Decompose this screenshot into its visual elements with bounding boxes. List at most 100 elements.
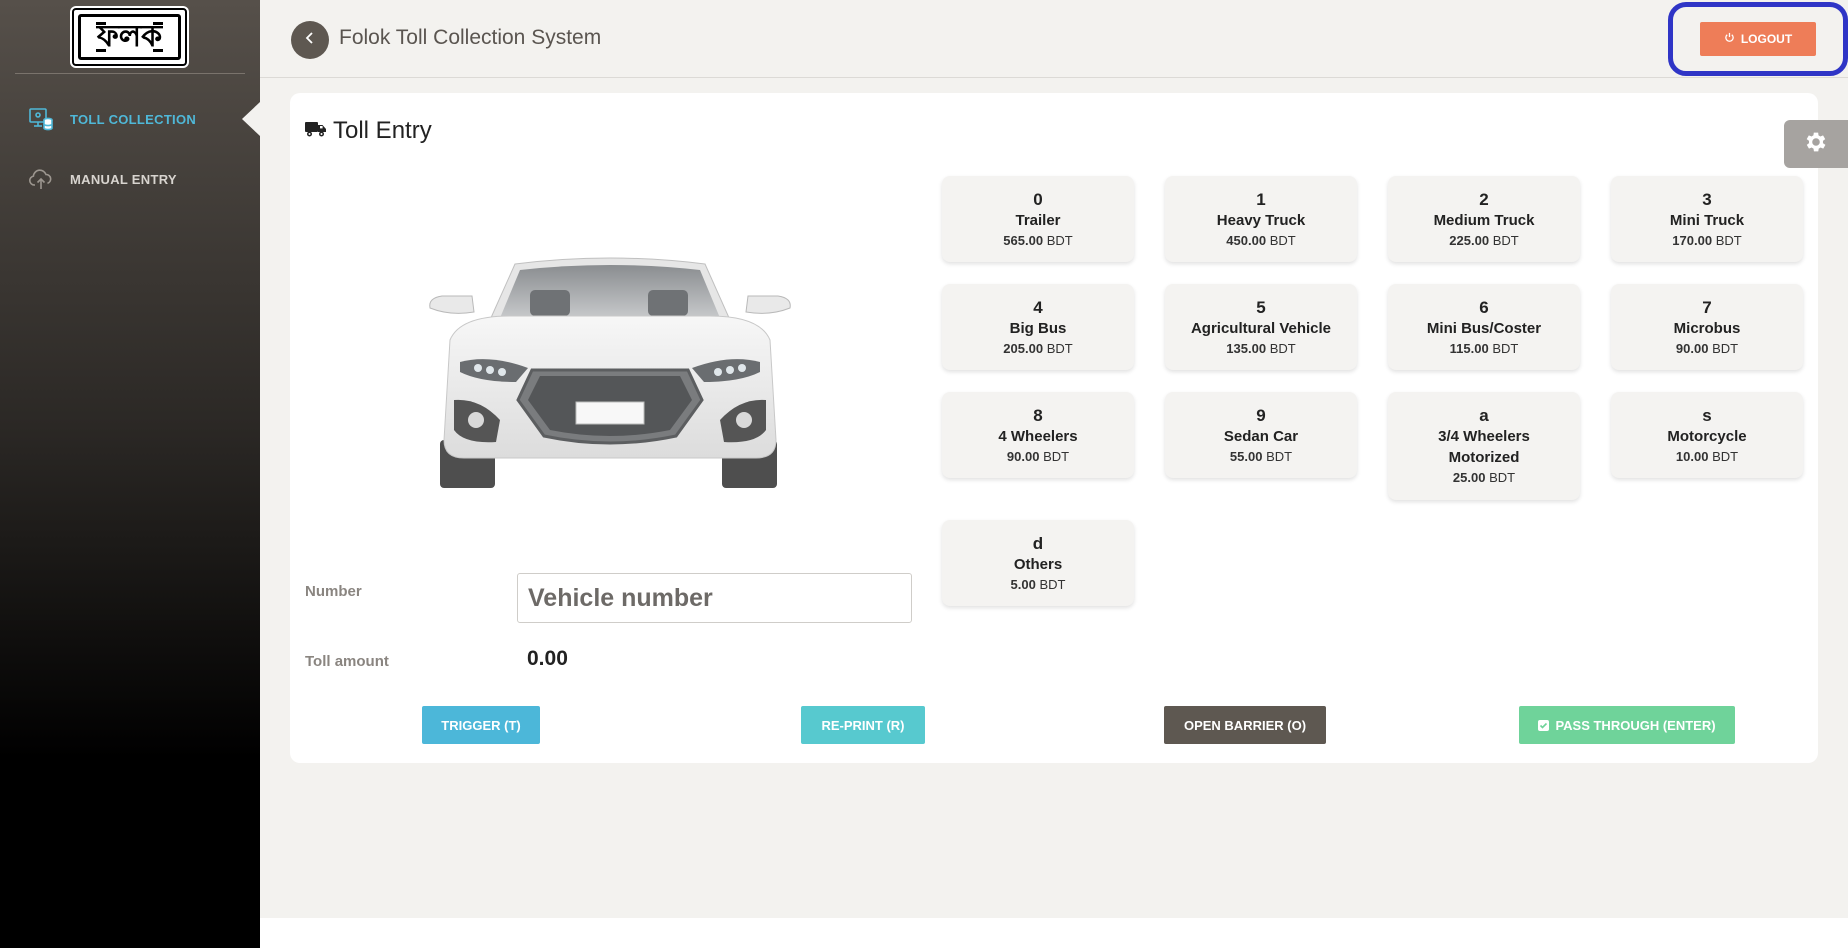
vehicle-class-name: Medium Truck <box>1433 212 1535 229</box>
vehicle-class-name: Mini Truck <box>1669 212 1745 229</box>
vehicle-hotkey: 0 <box>1033 190 1043 209</box>
price-currency: BDT <box>1269 341 1296 356</box>
checkbox-icon <box>1538 719 1550 731</box>
price-amount: 205.00 <box>1003 341 1044 356</box>
vehicle-hotkey: 7 <box>1702 298 1712 317</box>
vehicle-class-tile[interactable]: 4 Big Bus 205.00 BDT <box>942 284 1134 370</box>
price-currency: BDT <box>1489 470 1516 485</box>
sidebar-item-manual-entry[interactable]: MANUAL ENTRY <box>28 164 177 194</box>
vehicle-hotkey: 5 <box>1256 298 1266 317</box>
sidebar-item-label: TOLL COLLECTION <box>70 111 197 127</box>
pass-through-button[interactable]: PASS THROUGH (ENTER) <box>1519 706 1735 744</box>
price-currency: BDT <box>1712 341 1739 356</box>
price-amount: 55.00 <box>1229 449 1263 464</box>
vehicle-class-tile[interactable]: a 3/4 Wheelers Motorized 25.00 BDT <box>1388 392 1580 500</box>
vehicle-class-name: Agricultural Vehicle <box>1190 320 1332 337</box>
folok-logo: ফলক <box>72 8 187 66</box>
number-label: Number <box>305 583 362 600</box>
vehicle-toll-price: 450.00 BDT <box>1165 231 1357 251</box>
reprint-button[interactable]: RE-PRINT (R) <box>801 706 925 744</box>
vehicle-class-name: Heavy Truck <box>1216 212 1306 229</box>
vehicle-hotkey: 9 <box>1256 406 1266 425</box>
vehicle-class-tile[interactable]: 0 Trailer 565.00 BDT <box>942 176 1134 262</box>
vehicle-toll-price: 170.00 BDT <box>1611 231 1803 251</box>
vehicle-class-tile[interactable]: 8 4 Wheelers 90.00 BDT <box>942 392 1134 478</box>
back-button[interactable] <box>291 21 329 59</box>
price-currency: BDT <box>1492 233 1519 248</box>
gear-icon <box>1803 129 1829 160</box>
vehicle-toll-price: 10.00 BDT <box>1611 447 1803 467</box>
price-currency: BDT <box>1039 577 1066 592</box>
vehicle-image <box>420 250 800 500</box>
vehicle-toll-price: 55.00 BDT <box>1165 447 1357 467</box>
vehicle-toll-price: 565.00 BDT <box>942 231 1134 251</box>
page-title: Folok Toll Collection System <box>339 26 602 49</box>
price-currency: BDT <box>1269 233 1296 248</box>
vehicle-hotkey: 8 <box>1033 406 1043 425</box>
card-title-text: Toll Entry <box>333 117 432 144</box>
truck-icon <box>305 117 327 145</box>
sidebar-item-label: MANUAL ENTRY <box>70 171 177 187</box>
vehicle-class-tile[interactable]: d Others 5.00 BDT <box>942 520 1134 606</box>
vehicle-class-tile[interactable]: 9 Sedan Car 55.00 BDT <box>1165 392 1357 478</box>
price-amount: 5.00 <box>1010 577 1036 592</box>
price-currency: BDT <box>1712 449 1739 464</box>
trigger-button[interactable]: TRIGGER (T) <box>422 706 540 744</box>
vehicle-toll-price: 205.00 BDT <box>942 339 1134 359</box>
price-amount: 115.00 <box>1449 341 1489 356</box>
power-icon <box>1724 32 1735 46</box>
price-amount: 90.00 <box>1675 341 1709 356</box>
vehicle-toll-price: 115.00 BDT <box>1388 339 1580 359</box>
vehicle-class-tile[interactable]: 7 Microbus 90.00 BDT <box>1611 284 1803 370</box>
vehicle-hotkey: 6 <box>1479 298 1489 317</box>
open-barrier-button[interactable]: OPEN BARRIER (O) <box>1164 706 1326 744</box>
price-currency: BDT <box>1715 233 1742 248</box>
vehicle-class-name: Big Bus <box>1009 320 1067 337</box>
card-title: Toll Entry <box>305 117 432 145</box>
vehicle-class-tile[interactable]: 1 Heavy Truck 450.00 BDT <box>1165 176 1357 262</box>
open-barrier-label: OPEN BARRIER (O) <box>1183 717 1307 733</box>
vehicle-toll-price: 25.00 BDT <box>1388 468 1580 488</box>
vehicle-toll-price: 5.00 BDT <box>942 575 1134 595</box>
price-currency: BDT <box>1492 341 1519 356</box>
price-amount: 170.00 <box>1672 233 1713 248</box>
vehicle-class-name: Others <box>1013 556 1063 573</box>
vehicle-hotkey: d <box>1032 534 1044 553</box>
vehicle-toll-price: 225.00 BDT <box>1388 231 1580 251</box>
vehicle-number-input[interactable] <box>517 573 912 623</box>
price-currency: BDT <box>1046 341 1073 356</box>
price-amount: 450.00 <box>1226 233 1267 248</box>
price-amount: 565.00 <box>1003 233 1044 248</box>
vehicle-hotkey: a <box>1479 406 1489 425</box>
vehicle-hotkey: 4 <box>1033 298 1043 317</box>
vehicle-class-name: 3/4 Wheelers Motorized <box>1438 428 1530 466</box>
price-currency: BDT <box>1043 449 1070 464</box>
trigger-label: TRIGGER (T) <box>441 717 521 733</box>
settings-button[interactable] <box>1784 120 1848 168</box>
vehicle-class-name: Trailer <box>1015 212 1061 229</box>
logout-button[interactable]: LOGOUT <box>1700 22 1816 56</box>
footer-strip <box>260 918 1848 948</box>
vehicle-hotkey: 2 <box>1479 190 1489 209</box>
vehicle-class-tile[interactable]: s Motorcycle 10.00 BDT <box>1611 392 1803 478</box>
logout-label: LOGOUT <box>1740 32 1793 46</box>
vehicle-class-tile[interactable]: 2 Medium Truck 225.00 BDT <box>1388 176 1580 262</box>
toll-amount-value: 0.00 <box>527 647 568 670</box>
vehicle-hotkey: s <box>1702 406 1712 425</box>
active-nav-pointer <box>242 102 260 136</box>
vehicle-class-name: 4 Wheelers <box>998 428 1078 445</box>
cloud-upload-icon <box>28 166 54 192</box>
vehicle-class-tile[interactable]: 6 Mini Bus/Coster 115.00 BDT <box>1388 284 1580 370</box>
price-amount: 90.00 <box>1006 449 1040 464</box>
sidebar: ফলক TOLL COLLECTION MANUAL ENTRY <box>0 0 260 948</box>
vehicle-class-tile[interactable]: 5 Agricultural Vehicle 135.00 BDT <box>1165 284 1357 370</box>
vehicle-toll-price: 90.00 BDT <box>1611 339 1803 359</box>
price-amount: 25.00 <box>1452 470 1486 485</box>
vehicle-class-tile[interactable]: 3 Mini Truck 170.00 BDT <box>1611 176 1803 262</box>
price-currency: BDT <box>1046 233 1073 248</box>
sidebar-item-toll-collection[interactable]: TOLL COLLECTION <box>28 104 196 134</box>
reprint-label: RE-PRINT (R) <box>821 717 905 733</box>
vehicle-hotkey: 1 <box>1256 190 1266 209</box>
vehicle-class-name: Microbus <box>1673 320 1741 337</box>
vehicle-class-name: Mini Bus/Coster <box>1426 320 1542 337</box>
